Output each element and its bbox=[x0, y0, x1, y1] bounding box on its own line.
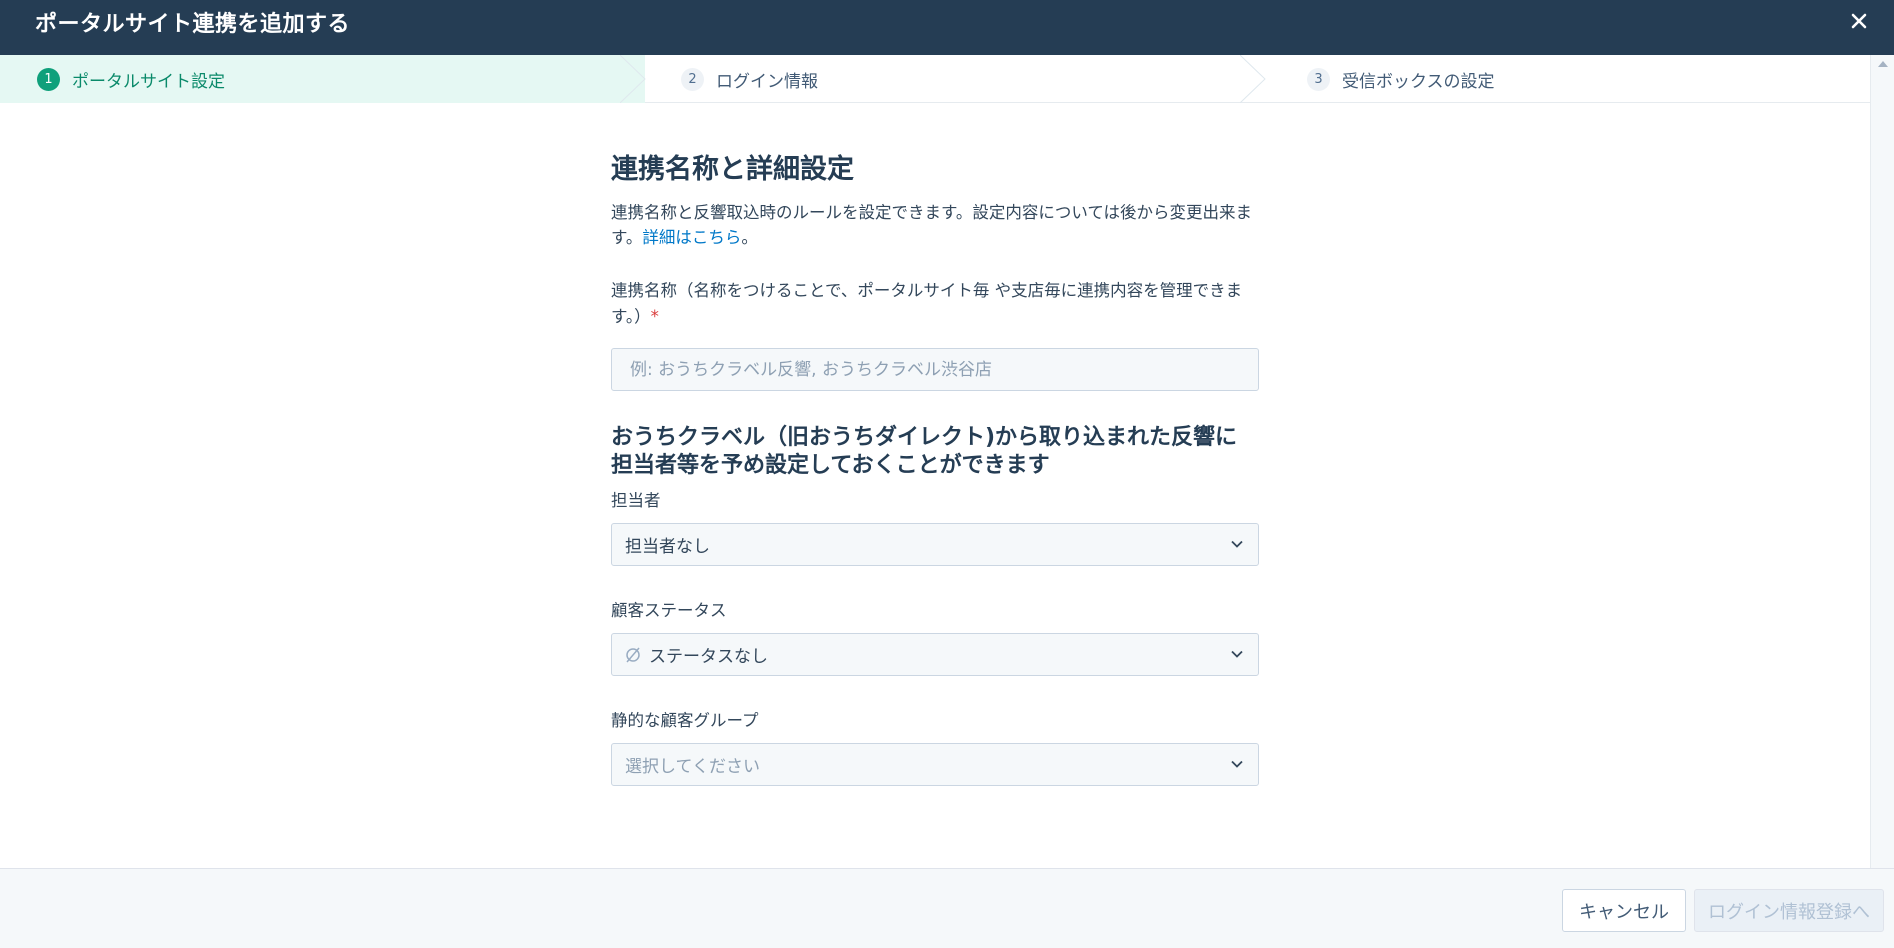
required-mark: * bbox=[650, 307, 659, 326]
section-description: 連携名称と反響取込時のルールを設定できます。設定内容については後から変更出来ます… bbox=[611, 200, 1259, 250]
step-inbox-settings[interactable]: 3 受信ボックスの設定 bbox=[1265, 55, 1870, 103]
name-field-label: 連携名称（名称をつけることで、ポータルサイト毎 や支店毎に連携内容を管理できます… bbox=[611, 278, 1259, 330]
close-button[interactable] bbox=[1846, 8, 1872, 34]
static-group-placeholder: 選択してください bbox=[625, 757, 760, 777]
subsection-title: おうちクラベル（旧おうちダイレクト)から取り込まれた反響に担当者等を予め設定して… bbox=[611, 425, 1238, 478]
customer-status-field-group: 顧客ステータス ステータスなし bbox=[611, 598, 1259, 676]
next-login-info-button[interactable]: ログイン情報登録へ bbox=[1694, 889, 1884, 932]
step-login-info[interactable]: 2 ログイン情報 bbox=[645, 55, 1266, 103]
owner-field-group: 担当者 担当者なし bbox=[611, 488, 1259, 566]
customer-status-select[interactable]: ステータスなし bbox=[611, 633, 1259, 676]
owner-select-value: 担当者なし bbox=[625, 537, 710, 557]
customer-status-label: 顧客ステータス bbox=[611, 601, 727, 620]
section-title: 連携名称と詳細設定 bbox=[611, 154, 854, 185]
name-field-label-text: 連携名称（名称をつけることで、ポータルサイト毎 や支店毎に連携内容を管理できます… bbox=[611, 281, 1243, 326]
description-end: 。 bbox=[741, 228, 758, 247]
owner-label: 担当者 bbox=[611, 491, 661, 510]
static-group-label: 静的な顧客グループ bbox=[611, 711, 759, 730]
modal: ポータルサイト連携を追加する 1 ポータルサイト設定 2 ログイン情報 3 受信… bbox=[0, 0, 1894, 948]
step-number: 1 bbox=[37, 67, 60, 91]
chevron-down-icon bbox=[1231, 760, 1243, 768]
scrollbar[interactable] bbox=[1870, 55, 1894, 868]
static-group-field-group: 静的な顧客グループ 選択してください bbox=[611, 708, 1259, 786]
step-number: 3 bbox=[1307, 67, 1330, 91]
modal-header: ポータルサイト連携を追加する bbox=[0, 0, 1894, 55]
details-link[interactable]: 詳細はこちら bbox=[642, 228, 741, 247]
scroll-up-icon[interactable] bbox=[1878, 61, 1888, 67]
cancel-button[interactable]: キャンセル bbox=[1562, 889, 1686, 932]
chevron-down-icon bbox=[1231, 540, 1243, 548]
step-label: ログイン情報 bbox=[716, 71, 818, 92]
static-group-select[interactable]: 選択してください bbox=[611, 743, 1259, 786]
form-content: 連携名称と詳細設定 連携名称と反響取込時のルールを設定できます。設定内容について… bbox=[611, 150, 1259, 786]
modal-footer: キャンセル ログイン情報登録へ bbox=[0, 868, 1894, 948]
chevron-down-icon bbox=[1231, 650, 1243, 658]
step-divider bbox=[620, 55, 646, 103]
customer-status-value: ステータスなし bbox=[649, 647, 768, 667]
name-field-group: 連携名称（名称をつけることで、ポータルサイト毎 や支店毎に連携内容を管理できます… bbox=[611, 278, 1259, 391]
step-label: ポータルサイト設定 bbox=[72, 71, 225, 92]
step-portal-settings[interactable]: 1 ポータルサイト設定 bbox=[0, 55, 646, 103]
close-icon bbox=[1851, 13, 1867, 29]
connection-name-input[interactable] bbox=[611, 348, 1259, 391]
step-label: 受信ボックスの設定 bbox=[1342, 71, 1495, 92]
step-divider bbox=[1240, 55, 1266, 103]
step-number: 2 bbox=[681, 67, 704, 91]
stepper: 1 ポータルサイト設定 2 ログイン情報 3 受信ボックスの設定 bbox=[0, 55, 1870, 103]
owner-select[interactable]: 担当者なし bbox=[611, 523, 1259, 566]
no-status-icon bbox=[625, 647, 641, 663]
modal-title: ポータルサイト連携を追加する bbox=[35, 12, 351, 37]
